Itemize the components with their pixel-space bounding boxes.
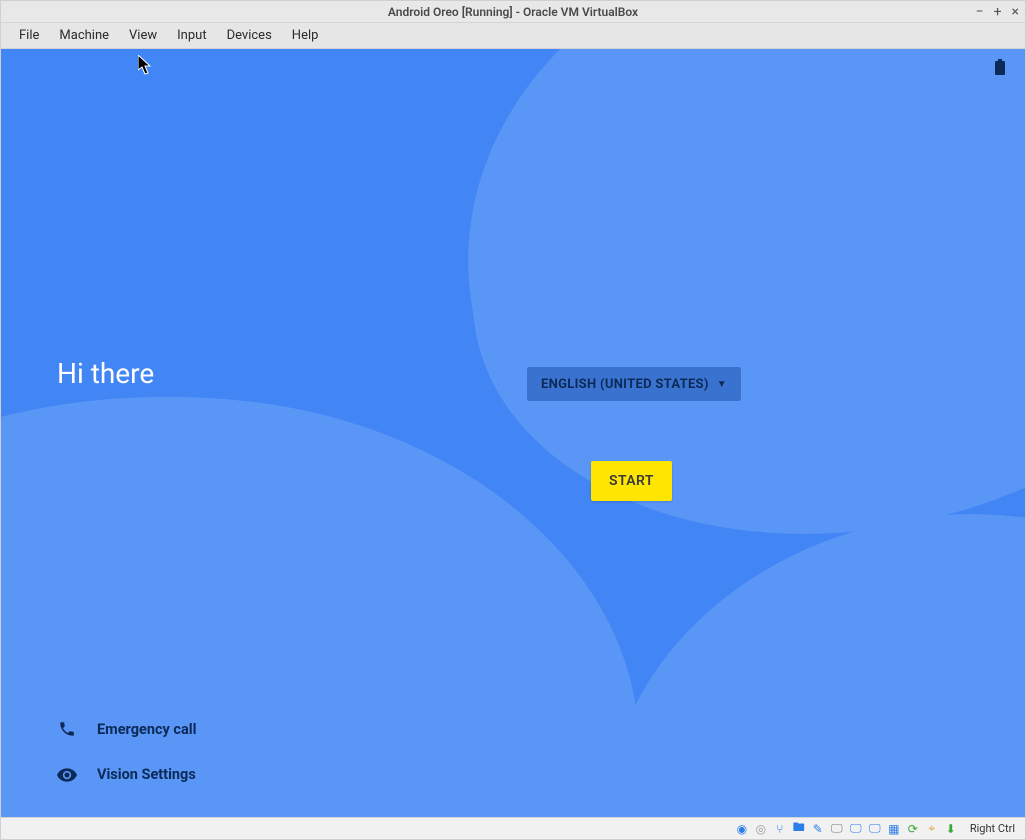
background-wave: [427, 49, 1025, 580]
menu-devices[interactable]: Devices: [217, 25, 282, 46]
menu-help[interactable]: Help: [282, 25, 329, 46]
network-icon[interactable]: 🖵: [848, 821, 864, 837]
audio-icon[interactable]: ✎: [810, 821, 826, 837]
shared-folder-icon[interactable]: 🖿: [791, 821, 807, 837]
hard-disk-icon[interactable]: ◉: [734, 821, 750, 837]
recording-icon[interactable]: 🖵: [867, 821, 883, 837]
vision-settings-label: Vision Settings: [97, 766, 196, 783]
window-minimize-button[interactable]: −: [976, 5, 984, 19]
start-button[interactable]: START: [591, 461, 672, 501]
menu-file[interactable]: File: [9, 25, 49, 46]
guest-screen: Hi there ENGLISH (UNITED STATES) ▼ START…: [1, 49, 1025, 817]
menu-machine[interactable]: Machine: [49, 25, 119, 46]
host-key-indicator[interactable]: Right Ctrl: [966, 822, 1019, 835]
language-label: ENGLISH (UNITED STATES): [541, 377, 709, 392]
vision-settings-link[interactable]: Vision Settings: [57, 766, 196, 783]
emergency-call-link[interactable]: Emergency call: [57, 720, 196, 738]
usb-icon[interactable]: ⑂: [772, 821, 788, 837]
menu-input[interactable]: Input: [167, 25, 216, 46]
window-controls: − + ×: [976, 1, 1019, 22]
virtualbox-statusbar: ◉ ◎ ⑂ 🖿 ✎ 🖵 🖵 🖵 ▦ ⟳ ⌖ ⬇ Right Ctrl: [1, 817, 1025, 839]
greeting-heading: Hi there: [57, 357, 154, 390]
chevron-down-icon: ▼: [717, 379, 727, 390]
vtx-icon[interactable]: ⟳: [905, 821, 921, 837]
display-icon[interactable]: 🖵: [829, 821, 845, 837]
emergency-call-label: Emergency call: [97, 721, 196, 738]
menu-view[interactable]: View: [119, 25, 167, 46]
window-maximize-button[interactable]: +: [994, 5, 1002, 19]
bottom-links: Emergency call Vision Settings: [57, 720, 196, 783]
menubar: File Machine View Input Devices Help: [1, 23, 1025, 49]
window-title: Android Oreo [Running] - Oracle VM Virtu…: [388, 5, 638, 19]
battery-icon: [995, 59, 1005, 79]
host-window: Android Oreo [Running] - Oracle VM Virtu…: [0, 0, 1026, 840]
optical-disk-icon[interactable]: ◎: [753, 821, 769, 837]
cpu-icon[interactable]: ▦: [886, 821, 902, 837]
window-titlebar: Android Oreo [Running] - Oracle VM Virtu…: [1, 1, 1025, 23]
start-button-label: START: [609, 473, 654, 489]
window-close-button[interactable]: ×: [1012, 5, 1019, 19]
eye-icon: [57, 768, 77, 782]
mouse-integration-icon[interactable]: ⌖: [924, 821, 940, 837]
language-selector[interactable]: ENGLISH (UNITED STATES) ▼: [527, 367, 741, 401]
settings-arrow-icon[interactable]: ⬇: [943, 821, 959, 837]
phone-icon: [57, 720, 77, 738]
